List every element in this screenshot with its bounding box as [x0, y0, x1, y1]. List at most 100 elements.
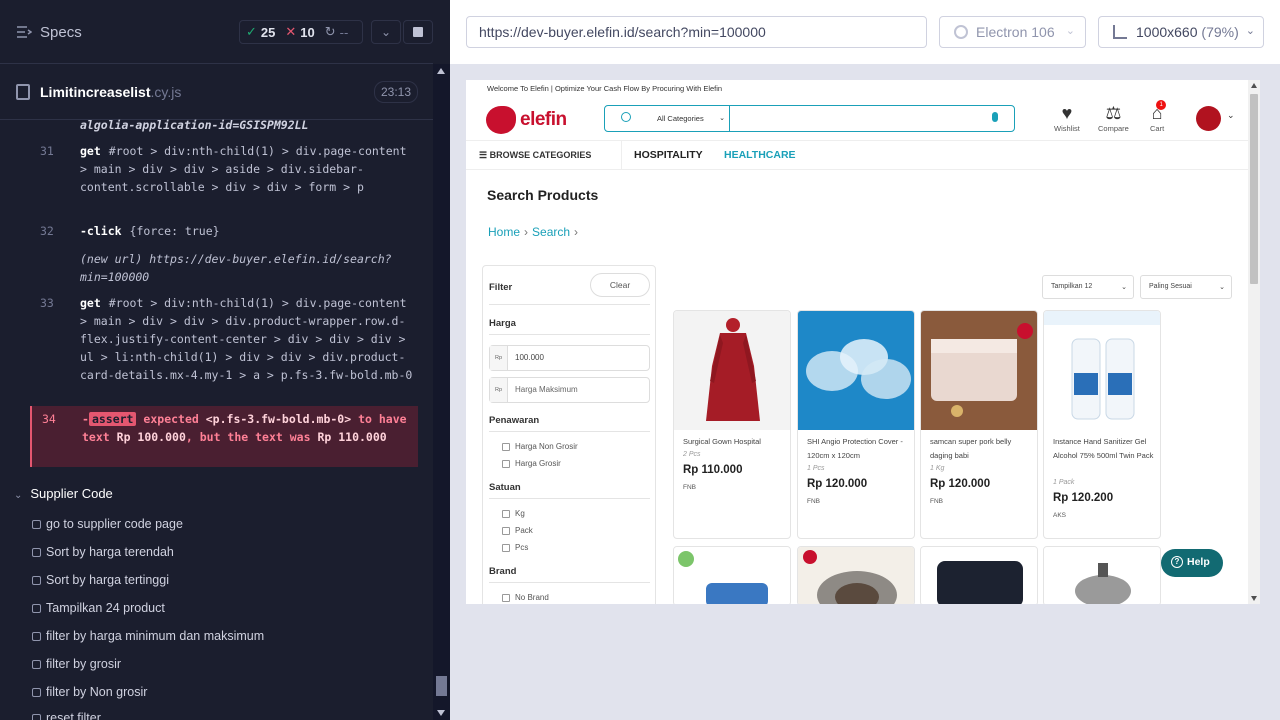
page-scrollbar[interactable] [1248, 80, 1260, 604]
nav-healthcare[interactable]: HEALTHCARE [724, 149, 796, 161]
help-button[interactable]: ? Help [1161, 549, 1223, 577]
wishlist-button[interactable]: ♥ Wishlist [1054, 102, 1080, 133]
scroll-down-icon[interactable] [437, 710, 445, 716]
breadcrumb-search[interactable]: Search [532, 225, 570, 239]
show-count-select[interactable]: Tampilkan 12 ⌄ [1042, 275, 1134, 299]
product-name[interactable]: SHI Angio Protection Cover - 120cm x 120… [807, 435, 911, 463]
heart-icon: ♥ [1061, 103, 1073, 123]
chevron-down-icon[interactable]: ⌄ [1227, 110, 1235, 121]
chevron-right-icon: › [574, 225, 579, 239]
browse-categories-button[interactable]: ☰ BROWSE CATEGORIES [466, 141, 622, 170]
test-item[interactable]: filter by Non grosir [32, 685, 147, 699]
product-image [798, 547, 914, 604]
search-icon[interactable] [621, 112, 631, 122]
scrollbar-thumb[interactable] [436, 676, 447, 696]
viewport-select[interactable]: 1000x660 (79%) ⌄ [1098, 16, 1264, 48]
product-card[interactable] [1043, 546, 1161, 604]
browser-select[interactable]: Electron 106 ⌄ [939, 16, 1086, 48]
scale-icon: ⚖ [1105, 103, 1122, 123]
max-price-input[interactable]: Rp Harga Maksimum [489, 377, 650, 403]
breadcrumb-home[interactable]: Home [488, 225, 520, 239]
product-card[interactable]: Surgical Gown Hospital 2 Pcs Rp 110.000 … [673, 310, 791, 539]
product-card[interactable]: SHI Angio Protection Cover - 120cm x 120… [797, 310, 915, 539]
clear-filter-button[interactable]: Clear [590, 273, 650, 297]
checkbox-kg[interactable]: Kg [502, 509, 525, 518]
sort-value: Paling Sesuai [1149, 283, 1192, 290]
checkbox-no-brand[interactable]: No Brand [502, 593, 549, 602]
command-name: get [80, 144, 101, 158]
scroll-up-icon[interactable] [437, 68, 445, 74]
scrollbar-thumb[interactable] [1250, 94, 1258, 284]
divider [489, 334, 650, 335]
assert-error-row[interactable]: 34 - assert expected <p.fs-3.fw-bold.mb-0… [30, 406, 418, 467]
specs-list-icon[interactable] [16, 24, 32, 40]
error-text: , but the text was [185, 430, 311, 444]
spinner-icon: ↻ [324, 24, 336, 39]
test-title: filter by harga minimum dan maksimum [46, 629, 265, 643]
error-actual: Rp 110.000 [317, 430, 387, 444]
microphone-icon[interactable] [992, 112, 998, 122]
test-title: filter by grosir [46, 657, 122, 671]
failed-count: 10 [300, 24, 315, 40]
test-item[interactable]: go to supplier code page [32, 517, 183, 531]
product-card[interactable] [797, 546, 915, 604]
product-image [1044, 547, 1160, 604]
browse-label: BROWSE CATEGORIES [489, 150, 592, 160]
test-stats: ✓ 25 ✕ 10 ↻ -- [239, 20, 363, 44]
command-number: 34 [42, 412, 56, 426]
avatar[interactable] [1196, 106, 1221, 131]
page-title: Search Products [487, 187, 599, 203]
command-message: #root > div:nth-child(1) > div.page-cont… [80, 296, 413, 382]
spec-file-name[interactable]: Limitincreaselist.cy.js [40, 84, 181, 100]
command-row[interactable]: 31 get #root > div:nth-child(1) > div.pag… [30, 142, 418, 232]
suite-title[interactable]: ⌄ Supplier Code [14, 486, 113, 501]
currency-prefix: Rp [490, 378, 508, 402]
min-price-input[interactable]: Rp 100.000 [489, 345, 650, 371]
specs-label[interactable]: Specs [40, 24, 82, 41]
pending-box-icon [32, 603, 41, 613]
url-bar[interactable]: https://dev-buyer.elefin.id/search?min=1… [466, 16, 927, 48]
checkbox-pack[interactable]: Pack [502, 526, 533, 535]
stop-button[interactable] [403, 20, 433, 44]
elephant-logo-icon [486, 106, 516, 134]
chevron-right-icon: › [524, 225, 529, 239]
product-name[interactable]: samcan super pork belly daging babi [930, 435, 1034, 463]
scroll-down-icon[interactable] [1251, 596, 1257, 601]
checkbox-label: Pcs [515, 543, 529, 552]
category-select[interactable]: All Categories ⌄ [650, 106, 730, 131]
nav-hospitality[interactable]: HOSPITALITY [634, 149, 703, 161]
product-card[interactable] [920, 546, 1038, 604]
cart-button[interactable]: ⌂ 1 Cart [1150, 100, 1167, 133]
command-row[interactable]: (new url) https://dev-buyer.elefin.id/se… [30, 250, 418, 286]
test-item[interactable]: reset filter [32, 711, 101, 720]
category-select-value: All Categories [657, 114, 704, 123]
checkbox-pcs[interactable]: Pcs [502, 543, 528, 552]
test-item[interactable]: Sort by harga terendah [32, 545, 174, 559]
suite-name: Supplier Code [30, 486, 113, 501]
test-item[interactable]: Sort by harga tertinggi [32, 573, 169, 587]
product-card[interactable] [673, 546, 791, 604]
expand-button[interactable]: ⌄ [371, 20, 401, 44]
product-name[interactable]: Surgical Gown Hospital [683, 435, 787, 449]
elefin-logo[interactable]: elefin [486, 104, 581, 136]
product-card[interactable]: samcan super pork belly daging babi 1 Kg… [920, 310, 1038, 539]
product-image [674, 547, 790, 604]
sort-select[interactable]: Paling Sesuai ⌄ [1140, 275, 1232, 299]
test-item[interactable]: filter by grosir [32, 657, 121, 671]
command-row[interactable]: 32 -click {force: true} [30, 222, 418, 240]
compare-button[interactable]: ⚖ Compare [1098, 102, 1129, 133]
product-card[interactable]: Instance Hand Sanitizer Gel Alcohol 75% … [1043, 310, 1161, 539]
checkbox-non-grosir[interactable]: Harga Non Grosir [502, 442, 578, 451]
product-name[interactable]: Instance Hand Sanitizer Gel Alcohol 75% … [1053, 435, 1157, 463]
test-item[interactable]: filter by harga minimum dan maksimum [32, 629, 264, 643]
passed-count: 25 [260, 24, 276, 40]
checkbox-icon [502, 593, 510, 602]
test-item[interactable]: Tampilkan 24 product [32, 601, 165, 615]
scroll-up-icon[interactable] [1251, 83, 1257, 88]
command-row[interactable]: 33 get #root > div:nth-child(1) > div.pag… [30, 294, 418, 404]
question-icon: ? [1171, 556, 1183, 568]
pending-box-icon [32, 631, 41, 641]
runner-scrollbar[interactable] [433, 64, 450, 720]
divider [489, 498, 650, 499]
checkbox-grosir[interactable]: Harga Grosir [502, 459, 561, 468]
